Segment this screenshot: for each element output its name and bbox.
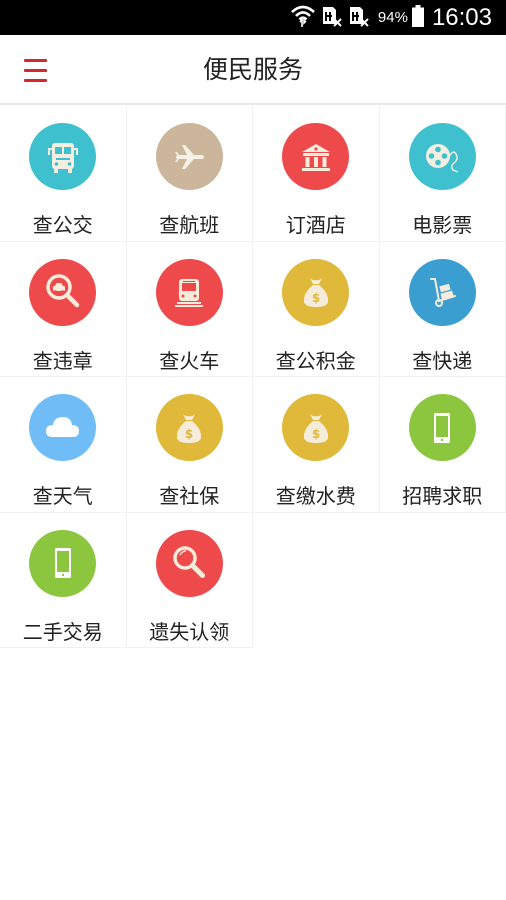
- services-grid: 查公交 查航班 订酒店 电影票 查违章 查火车 $ 查公积金 查快递 查天气 $…: [0, 106, 506, 648]
- smartphone-icon-circle: [408, 394, 476, 461]
- service-tile-jobs[interactable]: 招聘求职: [379, 377, 506, 513]
- app-bar: 便民服务: [0, 35, 506, 105]
- service-tile-hotel[interactable]: 订酒店: [253, 106, 380, 242]
- service-tile-movie[interactable]: 电影票: [379, 106, 506, 242]
- airplane-icon: [175, 144, 205, 169]
- film-reel-icon-circle: [408, 123, 476, 190]
- service-tile-second-hand[interactable]: 二手交易: [0, 512, 127, 648]
- status-bar: 94% 16:03: [0, 0, 506, 35]
- service-tile-bus[interactable]: 查公交: [0, 106, 127, 242]
- smartphone-icon-circle: [29, 529, 97, 597]
- money-bag-icon: $: [303, 413, 328, 443]
- money-bag-icon: $: [303, 278, 328, 307]
- sim1-no-signal-icon: [321, 4, 343, 32]
- magnifier-icon-circle: [155, 529, 223, 597]
- svg-text:$: $: [312, 291, 320, 305]
- bus-icon: [47, 142, 78, 173]
- clock-time: 16:03: [431, 3, 492, 31]
- service-tile-flight[interactable]: 查航班: [126, 106, 253, 242]
- service-label: 订酒店: [285, 213, 346, 237]
- svg-text:$: $: [312, 427, 320, 441]
- hotel-building-icon: [301, 143, 330, 171]
- service-label: 招聘求职: [402, 484, 483, 508]
- service-label: 电影票: [412, 213, 473, 237]
- service-label: 查缴水费: [275, 484, 356, 508]
- cloud-icon-circle: [29, 394, 97, 461]
- service-tile-water-bill[interactable]: $ 查缴水费: [253, 377, 380, 513]
- train-icon: [175, 279, 204, 307]
- smartphone-icon: [54, 548, 71, 578]
- battery-icon: [411, 4, 424, 31]
- bus-icon-circle: [29, 123, 97, 190]
- service-tile-lost-and-found[interactable]: 遗失认领: [126, 512, 253, 648]
- car-search-icon: [46, 274, 79, 308]
- service-tile-express[interactable]: 查快递: [379, 241, 506, 377]
- svg-text:$: $: [185, 427, 193, 441]
- money-bag-icon-circle: $: [155, 394, 223, 461]
- service-label: 查社保: [159, 484, 220, 508]
- service-label: 查火车: [159, 348, 220, 373]
- money-bag-icon-circle: $: [282, 258, 350, 326]
- cloud-icon: [45, 416, 79, 437]
- airplane-icon-circle: [155, 123, 223, 190]
- hand-truck-icon: [430, 278, 457, 307]
- service-tile-housing-fund[interactable]: $ 查公积金: [253, 241, 380, 377]
- service-label: 查快递: [412, 348, 473, 373]
- money-bag-icon-circle: $: [282, 394, 350, 461]
- battery-percent: 94%: [377, 9, 408, 26]
- service-tile-weather[interactable]: 查天气: [0, 377, 127, 513]
- train-icon-circle: [155, 258, 223, 326]
- service-label: 查违章: [32, 348, 93, 373]
- service-label: 查天气: [32, 484, 93, 508]
- hotel-icon-circle: [282, 123, 350, 190]
- smartphone-icon: [434, 412, 451, 443]
- money-bag-icon: $: [177, 413, 202, 443]
- wifi-icon: [290, 4, 316, 32]
- service-label: 遗失认领: [149, 619, 230, 644]
- service-label: 二手交易: [22, 619, 103, 644]
- service-tile-train[interactable]: 查火车: [126, 241, 253, 377]
- car-search-icon-circle: [29, 258, 97, 326]
- magnifier-icon: [173, 546, 206, 578]
- hand-truck-icon-circle: [408, 258, 476, 326]
- service-label: 查航班: [159, 213, 220, 237]
- service-label: 查公积金: [275, 348, 356, 373]
- page-title: 便民服务: [202, 55, 303, 84]
- sim2-no-signal-icon: [348, 4, 370, 32]
- service-tile-traffic-violation[interactable]: 查违章: [0, 241, 127, 377]
- service-label: 查公交: [32, 213, 93, 237]
- service-tile-social-security[interactable]: $ 查社保: [126, 377, 253, 513]
- film-reel-icon: [426, 143, 459, 173]
